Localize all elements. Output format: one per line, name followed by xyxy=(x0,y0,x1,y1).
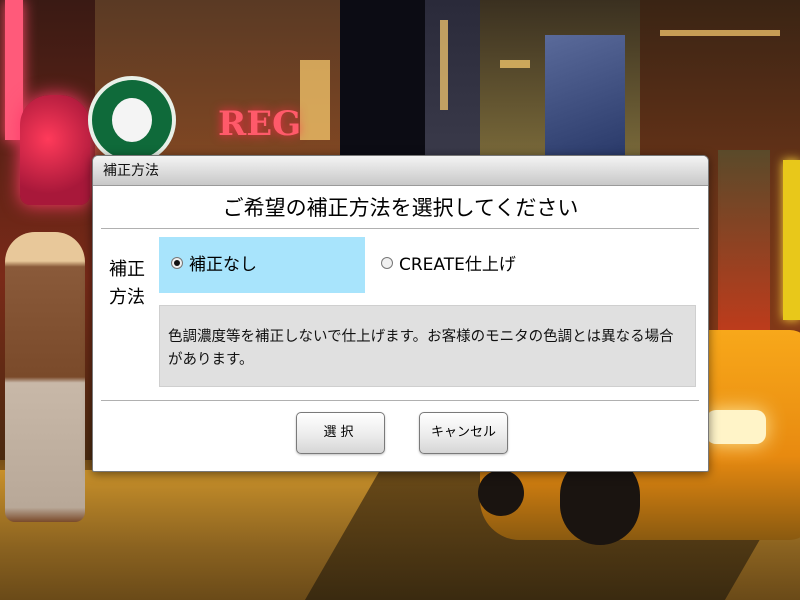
theater-sign xyxy=(718,150,770,350)
lit-window xyxy=(440,20,448,110)
cancel-button[interactable]: キャンセル xyxy=(419,412,508,454)
cafe-logo xyxy=(88,76,176,164)
correction-method-label: 補正方法 xyxy=(109,259,145,308)
lit-window xyxy=(500,60,530,68)
select-button[interactable]: 選択 xyxy=(296,412,385,454)
taxi-wheel xyxy=(478,470,524,516)
option-create-finish-label: CREATE仕上げ xyxy=(399,255,516,275)
neon-sign-red xyxy=(20,95,90,205)
building-center xyxy=(425,0,485,160)
billboard xyxy=(545,35,625,155)
option-no-correction-label: 補正なし xyxy=(189,255,257,275)
dialog-heading: ご希望の補正方法を選択してください xyxy=(222,196,579,220)
yellow-sign xyxy=(783,160,800,320)
lit-window xyxy=(660,30,780,36)
neon-sign-text: REG xyxy=(218,104,302,144)
night-sky xyxy=(340,0,430,160)
pedestrian xyxy=(5,232,85,522)
radio-unselected-icon[interactable] xyxy=(381,257,393,269)
taxi-headlight xyxy=(706,410,766,444)
divider xyxy=(101,400,699,401)
dialog-title: 補正方法 xyxy=(93,156,708,186)
lit-window xyxy=(300,60,330,140)
option-no-correction[interactable]: 補正なし xyxy=(159,237,365,293)
option-create-finish[interactable]: CREATE仕上げ xyxy=(371,237,571,293)
radio-selected-icon[interactable] xyxy=(171,257,183,269)
divider xyxy=(101,228,699,229)
option-description: 色調濃度等を補正しないで仕上げます。お客様のモニタの色調とは異なる場合があります… xyxy=(159,305,696,387)
correction-method-dialog: 補正方法 ご希望の補正方法を選択してください 補正方法 補正なし CREATE仕… xyxy=(92,155,709,472)
